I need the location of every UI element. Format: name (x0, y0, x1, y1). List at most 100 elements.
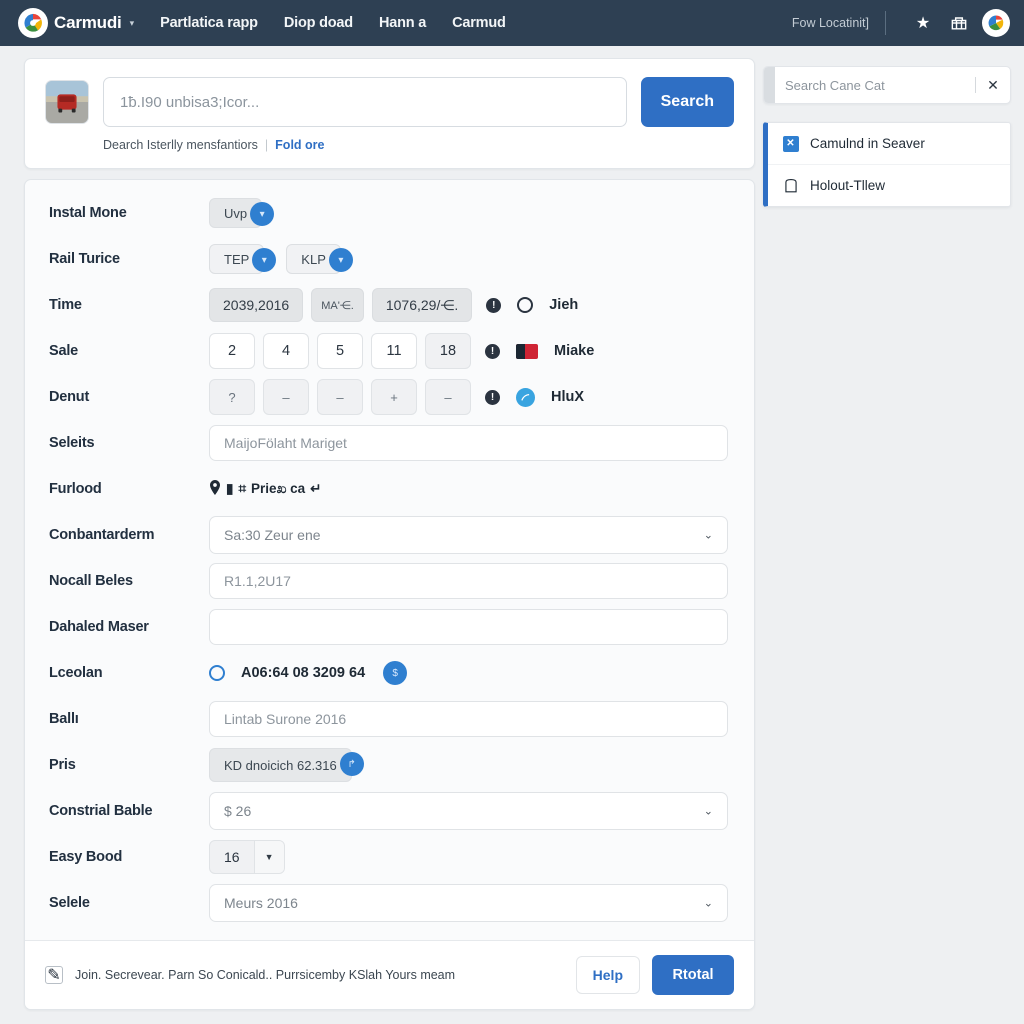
conbantarderm-select[interactable]: Sa:30 Zeur ene ⌄ (209, 516, 728, 554)
sidebar-item-holout-tllew[interactable]: Holout-Tllew (768, 164, 1010, 206)
select-value: $ 26 (224, 803, 252, 819)
selele-select[interactable]: Meurs 2016 ⌄ (209, 884, 728, 922)
number-box-4[interactable]: 11 (371, 333, 417, 369)
row-control: ▮ ⌗ Prieಖ ca ↵ (209, 480, 732, 498)
chip-label: Uvp (224, 205, 248, 221)
chevron-down-icon[interactable]: ▾ (130, 18, 135, 29)
row-label: Ballı (49, 711, 79, 727)
row-label: Time (49, 297, 82, 313)
chevron-down-icon[interactable]: ⌄ (704, 805, 713, 818)
row-control (209, 425, 732, 461)
symbol-box-3[interactable]: – (317, 379, 363, 415)
info-icon[interactable]: ! (485, 389, 500, 405)
value-box-1[interactable]: 2039,2016 (209, 288, 304, 322)
main-column: Search Dearch Isterlly mensfantiors | Fo… (24, 58, 755, 1010)
row-label: Sale (49, 343, 79, 359)
row-control: Uvp ▾ (209, 198, 732, 228)
chip-label: KLP (301, 251, 326, 267)
nav-link-partlatica-rapp[interactable]: Partlatica rapp (160, 15, 258, 31)
row-label: Nocall Beles (49, 573, 133, 589)
number-box-2[interactable]: 4 (263, 333, 309, 369)
drag-grip-handle[interactable] (764, 67, 775, 103)
chevron-down-icon[interactable]: ▾ (328, 248, 353, 272)
sidebar-item-camulnd-in-seaver[interactable]: ✕ Camulnd in Seaver (768, 123, 1010, 164)
chip-tep[interactable]: TEP ▾ (209, 244, 277, 274)
bar-icon: ▮ (226, 481, 234, 496)
star-icon[interactable]: ★ (908, 8, 938, 38)
number-box-3[interactable]: 5 (317, 333, 363, 369)
footer-disclaimer-text: Join. Secrevear. Parn So Conicald.. Purr… (75, 968, 456, 982)
edit-checkbox[interactable]: ✎ (45, 966, 63, 984)
balli-input[interactable] (209, 701, 728, 737)
row-label: Conbantarderm (49, 527, 155, 543)
chevron-down-icon[interactable]: ▾ (250, 202, 275, 226)
symbol-box-2[interactable]: – (263, 379, 309, 415)
form-row-instal-mone: Instal Mone Uvp ▾ (49, 190, 732, 236)
page-body: Search Dearch Isterlly mensfantiors | Fo… (0, 46, 1024, 1024)
arrow-badge-icon[interactable]: ↱ (339, 752, 364, 776)
easy-bood-stepper[interactable]: 16 ▼ (209, 840, 285, 874)
chevron-down-icon[interactable]: ▼ (253, 841, 284, 873)
nocall-beles-input[interactable] (209, 563, 728, 599)
submit-button[interactable]: Rtotal (652, 955, 734, 995)
help-button[interactable]: Help (575, 956, 640, 994)
constrial-bable-select[interactable]: $ 26 ⌄ (209, 792, 728, 830)
number-box-5[interactable]: 18 (425, 333, 471, 369)
search-subtext: Dearch Isterlly mensfantiors (103, 138, 258, 152)
brand-logo-group[interactable]: Carmudi ▾ (18, 8, 134, 38)
number-box-1[interactable]: 2 (209, 333, 255, 369)
value-box-2[interactable]: MA'⋲. (311, 288, 364, 322)
sidebar-search-input[interactable] (775, 67, 975, 103)
row-label: Rail Turice (49, 251, 120, 267)
symbol-box-4[interactable]: + (371, 379, 417, 415)
avatar[interactable] (982, 9, 1010, 37)
red-suv-photo-thumbnail[interactable] (45, 80, 89, 124)
chip-label: KD dnoicich 62.316 (224, 757, 337, 773)
row-label: Seleits (49, 435, 95, 451)
close-icon[interactable]: ✕ (976, 67, 1010, 103)
form-row-furlood: Furlood ▮ ⌗ Prieಖ ca ↵ (49, 466, 732, 512)
nav-links: Partlatica rapp Diop doad Hann a Carmud (160, 15, 506, 31)
info-icon[interactable]: ! (486, 297, 502, 313)
location-label[interactable]: Fow Locatinit] (792, 16, 885, 30)
chevron-down-icon[interactable]: ⌄ (704, 529, 713, 542)
shop-basket-icon[interactable] (944, 8, 974, 38)
row-label: Dahaled Maser (49, 619, 149, 635)
row-control: ? – – + – ! HluX (209, 379, 732, 415)
row-label: Lceolan (49, 665, 103, 681)
search-button[interactable]: Search (640, 77, 734, 127)
form-row-dahaled-maser: Dahaled Maser (49, 604, 732, 650)
value-box-3[interactable]: 1076,29/⋲. (371, 288, 473, 322)
row-control: 16 ▼ (209, 840, 732, 874)
radio-unselected-icon[interactable] (517, 297, 534, 313)
info-icon[interactable]: ! (485, 343, 500, 359)
form-row-pris: Pris KD dnoicich 62.316 ↱ (49, 742, 732, 788)
nav-link-diop-doad[interactable]: Diop doad (284, 15, 353, 31)
form-row-seleits: Seleits (49, 420, 732, 466)
seleits-input[interactable] (209, 425, 728, 461)
dahaled-maser-input[interactable] (209, 609, 728, 645)
chip-kd-dnoicich[interactable]: KD dnoicich 62.316 ↱ (209, 748, 364, 782)
marker-label: HluX (551, 389, 585, 405)
fold-ore-link[interactable]: Fold ore (275, 138, 324, 152)
row-label: Instal Mone (49, 205, 127, 221)
search-input[interactable] (103, 77, 627, 127)
form-row-rail-turice: Rail Turice TEP ▾ KLP ▾ (49, 236, 732, 282)
chip-klp[interactable]: KLP ▾ (286, 244, 353, 274)
sidebar-item-label: Holout-Tllew (810, 178, 886, 193)
enter-arrow-icon[interactable]: ↵ (310, 481, 321, 497)
nav-link-carmud[interactable]: Carmud (452, 15, 506, 31)
form-row-constrial-bable: Constrial Bable $ 26 ⌄ (49, 788, 732, 834)
symbol-box-1[interactable]: ? (209, 379, 255, 415)
dollar-badge-icon[interactable]: $ (383, 661, 408, 685)
symbol-box-5[interactable]: – (425, 379, 471, 415)
nav-link-hann-a[interactable]: Hann a (379, 15, 426, 31)
meta-line[interactable]: ▮ ⌗ Prieಖ ca ↵ (209, 480, 321, 498)
chevron-down-icon[interactable]: ▾ (252, 248, 277, 272)
chip-uvp[interactable]: Uvp ▾ (209, 198, 275, 228)
radio-unselected-icon[interactable] (209, 665, 225, 681)
search-row: Search (45, 77, 734, 127)
form-row-selele: Selele Meurs 2016 ⌄ (49, 880, 732, 926)
chevron-down-icon[interactable]: ⌄ (704, 897, 713, 910)
top-navigation-bar: Carmudi ▾ Partlatica rapp Diop doad Hann… (0, 0, 1024, 46)
